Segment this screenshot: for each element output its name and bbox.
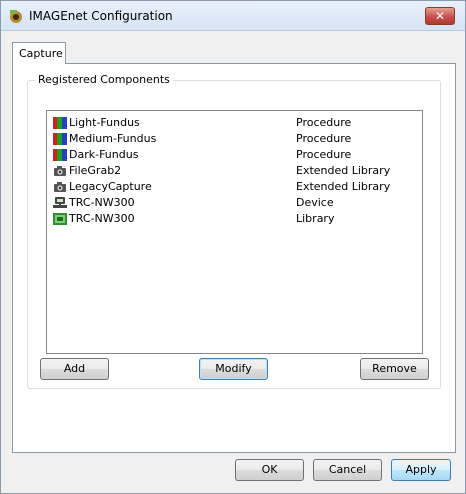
list-item[interactable]: LegacyCapture Extended Library — [47, 179, 421, 195]
window-title: IMAGEnet Configuration — [29, 9, 173, 23]
camera-icon — [53, 165, 67, 177]
close-button[interactable]: ✕ — [425, 7, 455, 25]
component-type: Library — [296, 212, 335, 225]
component-type: Procedure — [296, 132, 352, 145]
component-type: Procedure — [296, 116, 352, 129]
tab-capture-label: Capture — [19, 47, 63, 60]
library-icon — [53, 213, 67, 225]
capture-tab-panel: Registered Components Light-Fundus Proce… — [12, 63, 456, 453]
component-name: Medium-Fundus — [69, 132, 157, 145]
ok-button[interactable]: OK — [235, 459, 304, 481]
list-item[interactable]: TRC-NW300 Library — [47, 211, 421, 227]
remove-button[interactable]: Remove — [360, 358, 429, 380]
add-button[interactable]: Add — [40, 358, 109, 380]
component-name: Light-Fundus — [69, 116, 140, 129]
component-type: Device — [296, 196, 334, 209]
list-item[interactable]: Dark-Fundus Procedure — [47, 147, 421, 163]
configuration-window: IMAGEnet Configuration ✕ Capture Registe… — [0, 0, 466, 494]
camera-icon — [53, 181, 67, 193]
component-name: LegacyCapture — [69, 180, 152, 193]
components-list[interactable]: Light-Fundus Procedure Medium-Fundus Pro… — [46, 110, 423, 354]
modify-button[interactable]: Modify — [199, 358, 268, 380]
list-item[interactable]: Medium-Fundus Procedure — [47, 131, 421, 147]
group-label: Registered Components — [35, 73, 173, 86]
component-type: Procedure — [296, 148, 352, 161]
registered-components-group: Registered Components Light-Fundus Proce… — [27, 73, 441, 389]
list-item[interactable]: TRC-NW300 Device — [47, 195, 421, 211]
component-name: Dark-Fundus — [69, 148, 139, 161]
component-type: Extended Library — [296, 164, 391, 177]
apply-button[interactable]: Apply — [391, 459, 451, 481]
list-item[interactable]: Light-Fundus Procedure — [47, 115, 421, 131]
component-name: TRC-NW300 — [69, 212, 135, 225]
imagenet-app-icon — [8, 8, 24, 24]
list-item[interactable]: FileGrab2 Extended Library — [47, 163, 421, 179]
component-name: FileGrab2 — [69, 164, 122, 177]
cancel-button[interactable]: Cancel — [313, 459, 382, 481]
close-icon: ✕ — [434, 9, 446, 23]
component-name: TRC-NW300 — [69, 196, 135, 209]
device-icon — [53, 197, 67, 209]
tab-capture[interactable]: Capture — [12, 42, 66, 64]
title-bar[interactable]: IMAGEnet Configuration ✕ — [1, 1, 465, 31]
procedure-icon — [53, 149, 67, 161]
dialog-client-area: Capture Registered Components Light-Fund… — [9, 33, 457, 487]
procedure-icon — [53, 117, 67, 129]
procedure-icon — [53, 133, 67, 145]
component-type: Extended Library — [296, 180, 391, 193]
